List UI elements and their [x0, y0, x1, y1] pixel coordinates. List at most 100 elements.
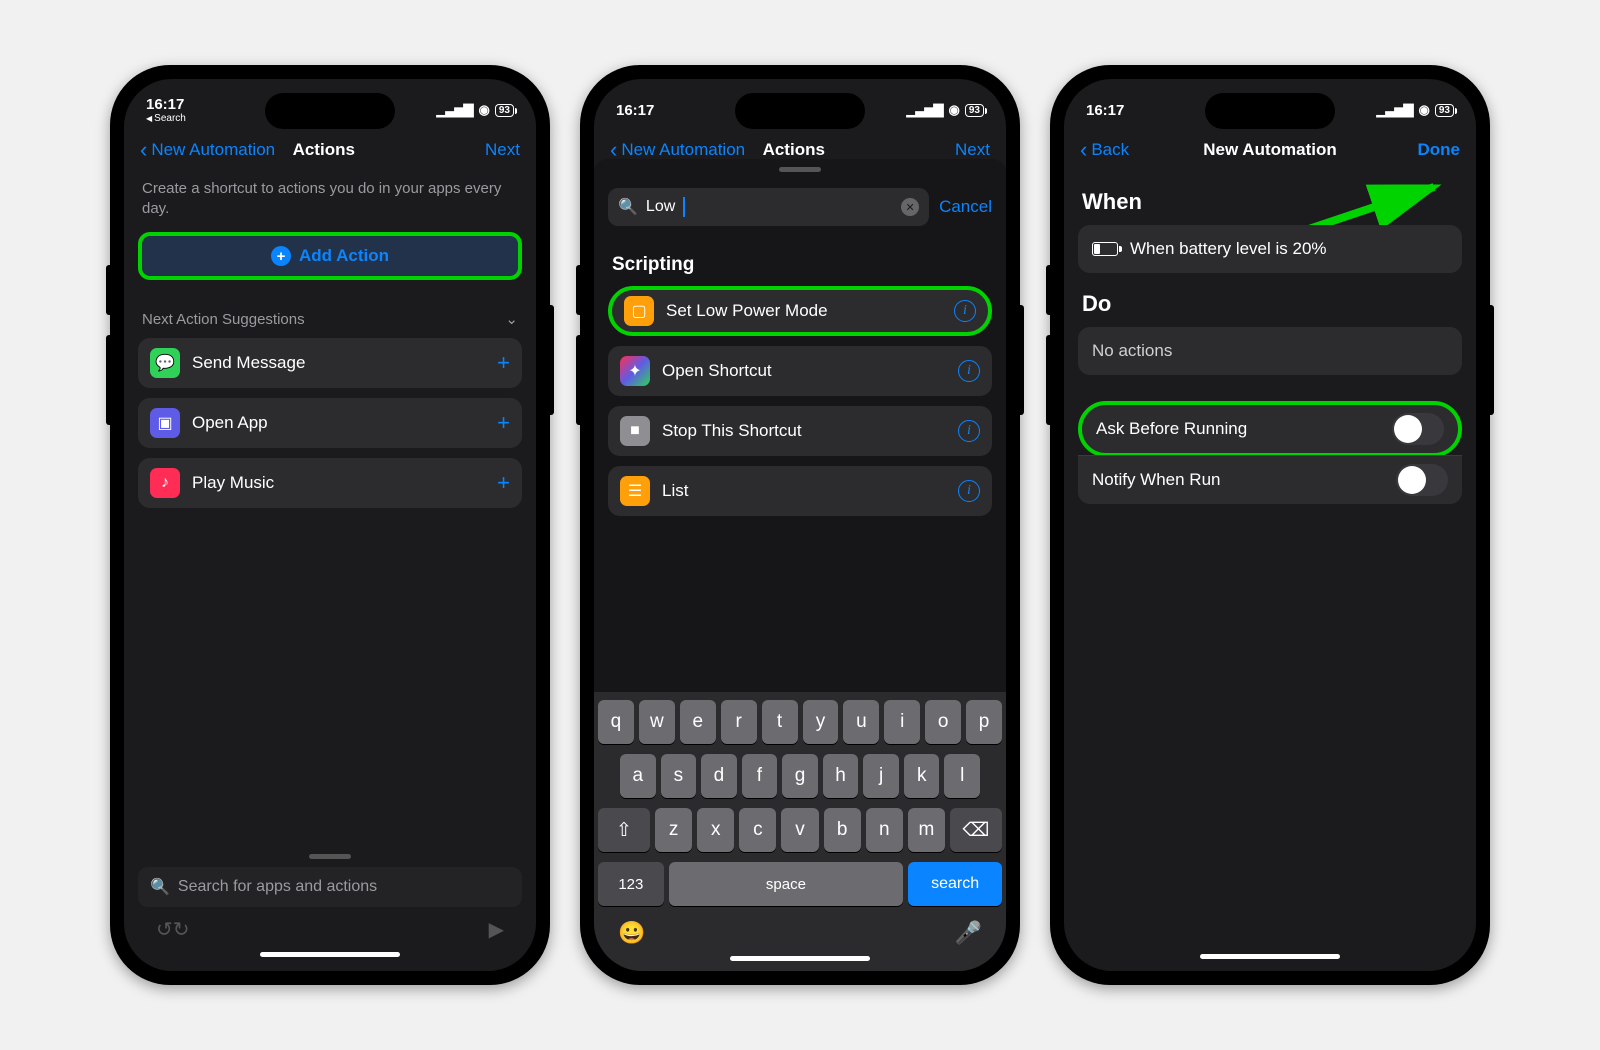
suggestions-header[interactable]: Next Action Suggestions ⌄ [138, 280, 522, 338]
battery-icon: 93 [495, 104, 514, 117]
battery-level-icon [1092, 242, 1118, 256]
key-q[interactable]: q [598, 700, 634, 744]
key-w[interactable]: w [639, 700, 675, 744]
result-row[interactable]: ■ Stop This Shortcut i [608, 406, 992, 456]
nav-bar: ‹ New Automation Actions Next [124, 131, 536, 171]
key-i[interactable]: i [884, 700, 920, 744]
key-o[interactable]: o [925, 700, 961, 744]
scripting-header: Scripting [608, 238, 992, 286]
suggestion-row[interactable]: 💬 Send Message + [138, 338, 522, 388]
do-title: Do [1078, 273, 1462, 327]
key-h[interactable]: h [823, 754, 859, 798]
search-input[interactable]: 🔍 Search for apps and actions [138, 867, 522, 907]
back-button[interactable]: ‹ New Automation Actions [140, 139, 355, 161]
undo-icon[interactable]: ↺ [156, 917, 173, 942]
plus-circle-icon: + [271, 246, 291, 266]
key-x[interactable]: x [697, 808, 734, 852]
cancel-button[interactable]: Cancel [939, 197, 992, 217]
dictation-key[interactable]: 🎤 [955, 920, 982, 946]
dynamic-island [1205, 93, 1335, 129]
result-row[interactable]: ✦ Open Shortcut i [608, 346, 992, 396]
add-action-button[interactable]: + Add Action [138, 232, 522, 280]
next-button[interactable]: Next [955, 140, 990, 160]
key-n[interactable]: n [866, 808, 903, 852]
search-input[interactable]: 🔍 Low ✕ [608, 188, 929, 226]
suggestion-row[interactable]: ♪ Play Music + [138, 458, 522, 508]
key-c[interactable]: c [739, 808, 776, 852]
key-e[interactable]: e [680, 700, 716, 744]
key-z[interactable]: z [655, 808, 692, 852]
key-u[interactable]: u [843, 700, 879, 744]
nav-back-label: New Automation [151, 140, 275, 160]
nav-bar: ‹ Back New Automation Done [1064, 131, 1476, 171]
search-icon: 🔍 [150, 877, 170, 897]
nav-back-label: Back [1091, 140, 1129, 160]
notify-toggle[interactable] [1396, 464, 1448, 496]
chevron-down-icon: ⌄ [505, 310, 518, 328]
suggestion-row[interactable]: ▣ Open App + [138, 398, 522, 448]
clear-icon[interactable]: ✕ [901, 198, 919, 216]
key-l[interactable]: l [944, 754, 980, 798]
info-icon[interactable]: i [954, 300, 976, 322]
backspace-key[interactable]: ⌫ [950, 808, 1002, 852]
123-key[interactable]: 123 [598, 862, 664, 906]
key-r[interactable]: r [721, 700, 757, 744]
key-g[interactable]: g [782, 754, 818, 798]
chevron-left-icon: ‹ [1080, 139, 1087, 161]
key-a[interactable]: a [620, 754, 656, 798]
ask-before-running-row[interactable]: Ask Before Running [1078, 401, 1462, 457]
plus-icon[interactable]: + [497, 350, 510, 376]
key-v[interactable]: v [781, 808, 818, 852]
done-button[interactable]: Done [1418, 140, 1461, 160]
search-key[interactable]: search [908, 862, 1002, 906]
notify-row[interactable]: Notify When Run [1078, 455, 1462, 504]
key-d[interactable]: d [701, 754, 737, 798]
play-icon[interactable]: ▶ [489, 917, 504, 942]
key-j[interactable]: j [863, 754, 899, 798]
redo-icon[interactable]: ↻ [173, 917, 190, 942]
plus-icon[interactable]: + [497, 470, 510, 496]
keyboard: qwertyuiop asdfghjkl ⇧ zxcvbnm ⌫ 123 spa… [594, 692, 1006, 971]
dynamic-island [265, 93, 395, 129]
info-icon[interactable]: i [958, 480, 980, 502]
key-y[interactable]: y [803, 700, 839, 744]
key-f[interactable]: f [742, 754, 778, 798]
key-k[interactable]: k [904, 754, 940, 798]
do-group[interactable]: No actions [1078, 327, 1462, 375]
next-button[interactable]: Next [485, 140, 520, 160]
info-icon[interactable]: i [958, 420, 980, 442]
back-button[interactable]: ‹ New Automation Actions [610, 139, 825, 161]
back-to-search[interactable]: Search [146, 114, 186, 124]
helper-text: Create a shortcut to actions you do in y… [138, 171, 522, 232]
plus-icon[interactable]: + [497, 410, 510, 436]
result-row[interactable]: ☰ List i [608, 466, 992, 516]
result-label: Set Low Power Mode [666, 301, 828, 321]
key-b[interactable]: b [824, 808, 861, 852]
back-button[interactable]: ‹ Back [1080, 139, 1129, 161]
when-group[interactable]: When battery level is 20% [1078, 225, 1462, 273]
grabber[interactable] [309, 854, 351, 859]
key-t[interactable]: t [762, 700, 798, 744]
result-icon: ☰ [620, 476, 650, 506]
phone-3: 16:17 ▁▃▅▇ ◉ 93 ‹ Back New Automation Do… [1050, 65, 1490, 985]
app-icon: ♪ [150, 468, 180, 498]
wifi-icon: ◉ [1419, 102, 1429, 118]
nav-back-label: New Automation [621, 140, 745, 160]
key-p[interactable]: p [966, 700, 1002, 744]
home-indicator[interactable] [1200, 954, 1340, 959]
info-icon[interactable]: i [958, 360, 980, 382]
result-label: List [662, 481, 688, 501]
shift-key[interactable]: ⇧ [598, 808, 650, 852]
ask-toggle[interactable] [1392, 413, 1444, 445]
result-icon: ▢ [624, 296, 654, 326]
home-indicator[interactable] [260, 952, 400, 957]
grabber[interactable] [779, 167, 821, 172]
result-label: Open Shortcut [662, 361, 772, 381]
key-m[interactable]: m [908, 808, 945, 852]
result-row[interactable]: ▢ Set Low Power Mode i [608, 286, 992, 336]
suggestions-title: Next Action Suggestions [142, 311, 305, 328]
home-indicator[interactable] [730, 956, 870, 961]
key-s[interactable]: s [661, 754, 697, 798]
space-key[interactable]: space [669, 862, 904, 906]
emoji-key[interactable]: 😀 [618, 920, 645, 946]
